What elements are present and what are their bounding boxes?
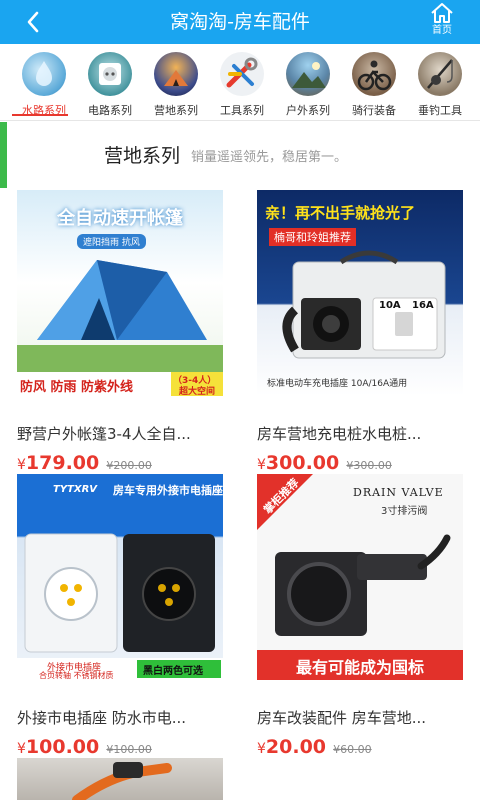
promo-sub-text: 楠哥和玲姐推荐 — [269, 228, 356, 246]
promo-bottom-text: 防风 防雨 防紫外线 — [20, 380, 134, 395]
promo-sub-text: 3寸排污阀 — [381, 506, 428, 517]
product-image[interactable] — [17, 758, 223, 800]
category-campsite[interactable]: 营地系列 — [143, 48, 209, 118]
product-card[interactable]: 全自动速开帐篷 遮阳挡雨 抗风 防风 防雨 防紫外线 （3-4人） 超大空间 野… — [17, 190, 223, 474]
product-caption: 黑白两色可选 — [143, 666, 203, 677]
power-socket-icon — [88, 52, 132, 96]
product-price: ¥20.00 — [257, 736, 327, 758]
product-name[interactable]: 房车营地充电桩水电桩... — [257, 423, 463, 444]
brand-text: TYTXRV — [53, 484, 98, 495]
product-name[interactable]: 外接市电插座 防水市电... — [17, 707, 223, 728]
product-caption: 合页转轴 不锈钢材质 — [39, 671, 114, 680]
section-subtitle: 销量遥遥领先，稳居第一。 — [191, 150, 348, 165]
outdoor-icon — [286, 52, 330, 96]
promo-badge-text: 超大空间 — [179, 387, 216, 396]
price-row: ¥300.00 ¥300.00 — [257, 452, 463, 474]
product-name[interactable]: 房车改装配件 房车营地... — [257, 707, 463, 728]
product-price: ¥300.00 — [257, 452, 340, 474]
promo-banner-text: 全自动速开帐篷 — [57, 208, 183, 229]
promo-tag-text: 遮阳挡雨 抗风 — [77, 234, 146, 249]
promo-bottom-text: 最有可能成为国标 — [295, 658, 424, 677]
home-icon — [431, 3, 453, 23]
category-bar: 水路系列 电路系列 营地系列 工具系列 户外系列 骑行装备 垂钓工具 — [0, 44, 480, 120]
product-image[interactable]: 全自动速开帐篷 遮阳挡雨 抗风 防风 防雨 防紫外线 （3-4人） 超大空间 — [17, 190, 223, 396]
product-price: ¥179.00 — [17, 452, 100, 474]
home-button[interactable]: 首页 — [420, 2, 464, 42]
product-caption: 标准电动车充电插座 10A/16A通用 — [267, 379, 408, 389]
campsite-icon — [154, 52, 198, 96]
cycling-icon — [352, 52, 396, 96]
price-row: ¥179.00 ¥200.00 — [17, 452, 223, 474]
original-price: ¥300.00 — [346, 459, 392, 472]
fishing-icon — [418, 52, 462, 96]
promo-banner-text: 房车专用外接市电插座 — [113, 484, 223, 497]
spec-label: 10A — [379, 300, 401, 311]
category-circuit[interactable]: 电路系列 — [77, 48, 143, 118]
category-fishing[interactable]: 垂钓工具 — [407, 48, 473, 118]
original-price: ¥100.00 — [106, 743, 152, 756]
brand-text: DRAIN VALVE — [353, 486, 444, 499]
category-water[interactable]: 水路系列 — [11, 48, 77, 118]
page-title: 窝淘淘-房车配件 — [170, 11, 310, 33]
original-price: ¥60.00 — [333, 743, 372, 756]
tools-icon — [220, 52, 264, 96]
product-image[interactable]: 掌柜推荐 DRAIN VALVE 3寸排污阀 最有可能成为国标 — [257, 474, 463, 680]
home-label: 首页 — [432, 25, 452, 36]
category-outdoor[interactable]: 户外系列 — [275, 48, 341, 118]
product-card[interactable]: 掌柜推荐 DRAIN VALVE 3寸排污阀 最有可能成为国标 房车改装配件 房… — [257, 474, 463, 758]
product-name[interactable]: 野营户外帐篷3-4人全自... — [17, 423, 223, 444]
price-row: ¥20.00 ¥60.00 — [257, 736, 463, 758]
section-accent-bar — [0, 122, 7, 188]
price-row: ¥100.00 ¥100.00 — [17, 736, 223, 758]
original-price: ¥200.00 — [106, 459, 152, 472]
product-price: ¥100.00 — [17, 736, 100, 758]
product-image[interactable]: TYTXRV 房车专用外接市电插座 外接市电插座 合页转轴 不锈钢材质 黑白两色… — [17, 474, 223, 680]
title-bar: 窝淘淘-房车配件 首页 — [0, 0, 480, 44]
water-drop-icon — [22, 52, 66, 96]
category-cycling[interactable]: 骑行装备 — [341, 48, 407, 118]
active-category-indicator — [12, 114, 68, 116]
product-card[interactable]: 亲！再不出手就抢光了 楠哥和玲姐推荐 10A 16A 标准电动车充电插座 10A… — [257, 190, 463, 474]
product-card[interactable] — [17, 758, 223, 800]
spec-label: 16A — [412, 300, 434, 311]
category-tools[interactable]: 工具系列 — [209, 48, 275, 118]
promo-banner-text: 亲！再不出手就抢光了 — [265, 204, 416, 222]
divider — [0, 120, 480, 121]
product-card[interactable]: TYTXRV 房车专用外接市电插座 外接市电插座 合页转轴 不锈钢材质 黑白两色… — [17, 474, 223, 758]
product-image[interactable]: 亲！再不出手就抢光了 楠哥和玲姐推荐 10A 16A 标准电动车充电插座 10A… — [257, 190, 463, 396]
section-title: 营地系列 — [104, 145, 181, 167]
